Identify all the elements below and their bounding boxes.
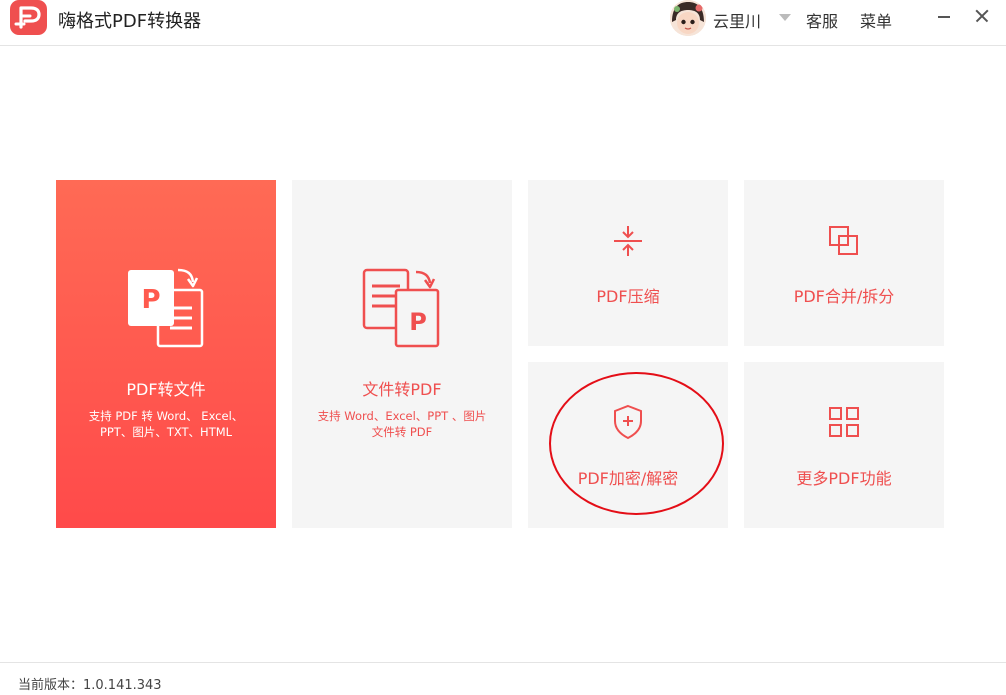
user-avatar[interactable] — [670, 0, 706, 36]
app-logo-icon — [10, 0, 47, 35]
compress-icon — [612, 224, 644, 262]
account-dropdown-icon[interactable] — [779, 14, 791, 21]
customer-service-button[interactable]: 客服 — [806, 8, 838, 32]
shield-plus-icon — [612, 404, 644, 444]
file-to-pdf-description: 支持 Word、Excel、PPT 、图片文件转 PDF — [317, 409, 487, 439]
app-title: 嗨格式PDF转换器 — [58, 11, 202, 32]
file-to-pdf-title: 文件转PDF — [362, 380, 442, 399]
close-icon[interactable] — [970, 4, 994, 28]
version-label: 当前版本：1.0.141.343 — [18, 678, 162, 693]
title-bar: 嗨格式PDF转换器 云里川 客服 菜单 — [0, 0, 1006, 46]
minimize-icon[interactable] — [932, 4, 956, 28]
menu-button[interactable]: 菜单 — [860, 8, 892, 32]
svg-text:P: P — [409, 308, 427, 336]
pdf-to-file-description: 支持 PDF 转 Word、 Excel、 PPT、图片、TXT、HTML — [88, 409, 244, 439]
grid-apps-icon — [828, 406, 860, 442]
pdf-merge-split-card[interactable]: PDF合并/拆分 — [744, 180, 944, 346]
pdf-merge-split-title: PDF合并/拆分 — [793, 287, 895, 306]
svg-text:P: P — [141, 285, 160, 315]
more-pdf-features-card[interactable]: 更多PDF功能 — [744, 362, 944, 528]
pdf-compress-card[interactable]: PDF压缩 — [528, 180, 728, 346]
pdf-encrypt-title: PDF加密/解密 — [577, 469, 679, 488]
file-to-pdf-card[interactable]: P 文件转PDF 支持 Word、Excel、PPT 、图片文件转 PDF — [292, 180, 512, 528]
status-footer: 当前版本：1.0.141.343 — [0, 662, 1006, 695]
more-pdf-features-title: 更多PDF功能 — [796, 469, 892, 488]
user-name[interactable]: 云里川 — [713, 8, 761, 32]
pdf-to-file-card[interactable]: P PDF转文件 支持 PDF 转 Word、 Excel、 PPT、图片、TX… — [56, 180, 276, 528]
pdf-encrypt-card[interactable]: PDF加密/解密 — [528, 362, 728, 528]
merge-split-icon — [828, 224, 860, 262]
pdf-to-file-title: PDF转文件 — [126, 380, 206, 399]
document-to-pdf-icon: P — [362, 268, 442, 354]
pdf-to-document-icon: P — [126, 266, 206, 354]
pdf-compress-title: PDF压缩 — [596, 287, 660, 306]
